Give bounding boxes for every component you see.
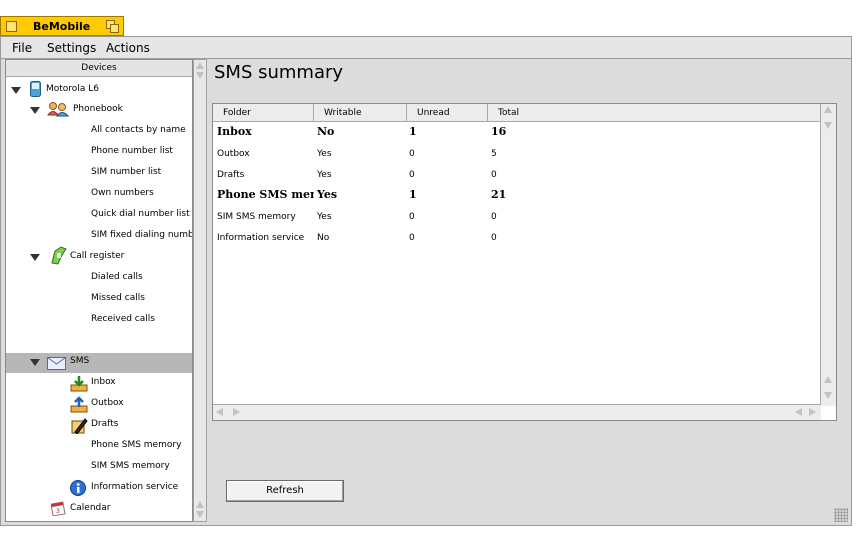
menu-bar: File Settings Actions (1, 37, 851, 59)
column-header-writable[interactable]: Writable (314, 104, 407, 122)
contacts-icon (47, 102, 69, 117)
resize-grip-icon[interactable] (834, 508, 848, 522)
phone-icon (30, 81, 41, 97)
expand-sms-icon[interactable] (30, 359, 40, 366)
sidebar-item-sim-fixed-dialing[interactable]: SIM fixed dialing numbers (91, 225, 192, 245)
table-cell: 0 (491, 170, 497, 180)
menu-file[interactable]: File (12, 41, 32, 55)
column-header-folder[interactable]: Folder (213, 104, 314, 122)
sms-summary-table: Folder Writable Unread Total Inbox No 1 … (212, 103, 837, 421)
sidebar-scrollbar[interactable] (193, 59, 207, 522)
svg-text:3: 3 (56, 508, 60, 515)
table-vertical-scrollbar[interactable] (820, 104, 836, 406)
expand-call-register-icon[interactable] (30, 254, 40, 261)
column-header-unread[interactable]: Unread (407, 104, 488, 122)
sidebar-item-phonebook[interactable]: Phonebook (73, 99, 123, 119)
table-cell: 1 (409, 125, 417, 138)
table-row[interactable]: Phone SMS mem (217, 185, 314, 205)
scroll-left-icon[interactable] (216, 408, 223, 416)
table-cell: 0 (409, 149, 415, 159)
sidebar-item-dialed-calls[interactable]: Dialed calls (91, 267, 143, 287)
calendar-icon: 3 (51, 501, 66, 516)
menu-actions[interactable]: Actions (106, 41, 150, 55)
sidebar-item-missed-calls[interactable]: Missed calls (91, 288, 145, 308)
table-cell: Yes (317, 170, 332, 180)
page-title: SMS summary (214, 62, 344, 83)
menu-settings[interactable]: Settings (47, 41, 96, 55)
scroll-down-icon[interactable] (824, 392, 832, 399)
sidebar-item-calendar[interactable]: Calendar (70, 498, 110, 518)
table-cell: 1 (409, 188, 417, 201)
table-cell: 0 (491, 212, 497, 222)
table-cell: Yes (317, 212, 332, 222)
table-cell: 0 (409, 212, 415, 222)
table-row[interactable]: SIM SMS memory (217, 207, 314, 227)
table-cell: 0 (491, 233, 497, 243)
sidebar-item-sim-number-list[interactable]: SIM number list (91, 162, 161, 182)
sidebar-item-sim-sms-memory[interactable]: SIM SMS memory (91, 456, 170, 476)
inbox-icon (70, 376, 88, 392)
devices-tree: Devices Motorola L6 Phonebook All contac… (5, 59, 193, 522)
sidebar-item-inbox[interactable]: Inbox (91, 372, 116, 392)
refresh-button[interactable]: Refresh (226, 480, 344, 502)
sidebar-item-all-contacts[interactable]: All contacts by name (91, 120, 186, 140)
table-cell: Yes (317, 149, 332, 159)
close-icon[interactable] (6, 21, 17, 32)
table-row[interactable]: Inbox (217, 122, 314, 142)
sidebar-item-phone-sms-memory[interactable]: Phone SMS memory (91, 435, 181, 455)
sidebar-item-drafts[interactable]: Drafts (91, 414, 118, 434)
window-title: BeMobile (33, 20, 91, 33)
table-cell: No (317, 125, 335, 138)
table-row[interactable]: Outbox (217, 144, 314, 164)
drafts-icon (71, 418, 88, 434)
sidebar-item-phone-number-list[interactable]: Phone number list (91, 141, 173, 161)
table-cell: 0 (409, 233, 415, 243)
scroll-left-icon[interactable] (795, 408, 802, 416)
table-row[interactable]: Information service (217, 228, 314, 248)
table-row[interactable]: Drafts (217, 165, 314, 185)
scroll-down-icon[interactable] (196, 72, 204, 79)
scroll-down-icon[interactable] (824, 122, 832, 129)
sidebar-item-device[interactable]: Motorola L6 (46, 79, 99, 99)
table-horizontal-scrollbar[interactable] (213, 404, 821, 420)
sidebar-item-received-calls[interactable]: Received calls (91, 309, 155, 329)
envelope-icon (47, 357, 66, 370)
column-header-total[interactable]: Total (488, 104, 821, 122)
devices-header: Devices (6, 60, 192, 77)
sidebar-item-call-register[interactable]: Call register (70, 246, 124, 266)
table-cell: No (317, 233, 330, 243)
sidebar-item-sms[interactable]: SMS (70, 351, 89, 371)
scroll-right-icon[interactable] (233, 408, 240, 416)
outbox-icon (70, 396, 88, 413)
sidebar-item-information-service[interactable]: Information service (91, 477, 178, 497)
sidebar-item-own-numbers[interactable]: Own numbers (91, 183, 154, 203)
scroll-up-icon[interactable] (824, 106, 832, 113)
scroll-up-icon[interactable] (196, 501, 204, 508)
scroll-up-icon[interactable] (824, 376, 832, 383)
table-cell: 0 (409, 170, 415, 180)
sidebar-item-outbox[interactable]: Outbox (91, 393, 124, 413)
sidebar-item-quick-dial[interactable]: Quick dial number list (91, 204, 190, 224)
window-tab[interactable]: BeMobile (0, 16, 124, 36)
expand-device-icon[interactable] (11, 87, 21, 94)
call-icon (51, 246, 67, 265)
table-cell: 5 (491, 149, 497, 159)
expand-phonebook-icon[interactable] (30, 107, 40, 114)
scroll-up-icon[interactable] (196, 62, 204, 69)
zoom-icon[interactable] (106, 20, 119, 33)
scroll-right-icon[interactable] (809, 408, 816, 416)
info-icon (70, 480, 86, 496)
table-cell: 21 (491, 188, 507, 201)
scroll-down-icon[interactable] (196, 511, 204, 518)
table-cell: 16 (491, 125, 507, 138)
table-cell: Yes (317, 188, 338, 201)
